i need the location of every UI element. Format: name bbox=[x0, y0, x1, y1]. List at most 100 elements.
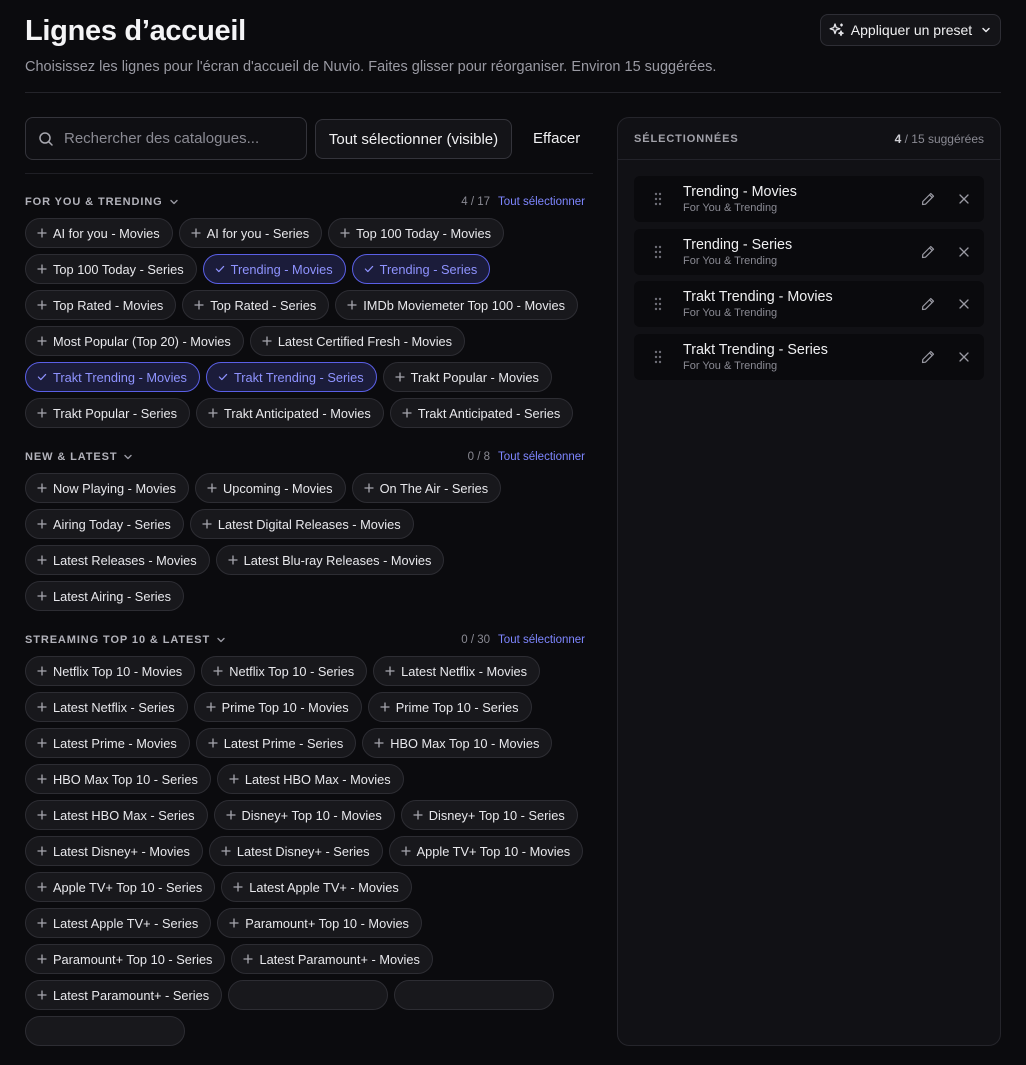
catalog-chip[interactable]: Paramount+ Top 10 - Series bbox=[25, 944, 226, 974]
catalog-chip[interactable]: Prime Top 10 - Movies bbox=[193, 692, 362, 722]
catalog-chip[interactable]: AI for you - Movies bbox=[25, 218, 173, 248]
catalog-chip-selected[interactable]: Trakt Trending - Movies bbox=[25, 362, 200, 392]
catalog-chip[interactable]: Top Rated - Series bbox=[182, 290, 330, 320]
drag-handle-icon[interactable] bbox=[654, 297, 664, 311]
clear-button[interactable]: Effacer bbox=[533, 130, 580, 147]
catalog-chip[interactable]: Latest Apple TV+ - Series bbox=[25, 908, 212, 938]
chip-label: Latest Paramount+ - Series bbox=[53, 987, 210, 1003]
catalog-search[interactable] bbox=[25, 117, 307, 160]
chip-label: Upcoming - Movies bbox=[223, 480, 333, 496]
catalog-chip[interactable]: Airing Today - Series bbox=[25, 509, 184, 539]
chip-label: Latest Netflix - Movies bbox=[401, 663, 528, 679]
chip-label: Apple TV+ Top 10 - Movies bbox=[416, 843, 571, 859]
catalog-chip[interactable]: Top Rated - Movies bbox=[25, 290, 177, 320]
catalog-chip[interactable]: On The Air - Series bbox=[351, 473, 502, 503]
catalog-chip[interactable]: HBO Max Top 10 - Movies bbox=[362, 728, 553, 758]
catalog-chip[interactable]: Disney+ Top 10 - Series bbox=[400, 800, 578, 830]
plus-icon bbox=[194, 300, 204, 310]
catalog-chip[interactable]: Latest Prime - Movies bbox=[25, 728, 190, 758]
catalog-chip[interactable]: HBO Max Top 10 - Series bbox=[25, 764, 211, 794]
pencil-icon[interactable] bbox=[920, 296, 936, 312]
chip-label: Paramount+ Top 10 - Movies bbox=[245, 915, 409, 931]
plus-icon bbox=[37, 846, 47, 856]
catalog-search-input[interactable] bbox=[64, 130, 284, 147]
catalog-chip[interactable]: Latest Releases - Movies bbox=[25, 545, 210, 575]
chip-label: Top Rated - Movies bbox=[53, 297, 164, 313]
selected-panel-title: SÉLECTIONNÉES bbox=[634, 132, 739, 145]
pencil-icon[interactable] bbox=[920, 244, 936, 260]
catalog-chip-selected[interactable]: Trakt Trending - Series bbox=[205, 362, 377, 392]
section-toggle[interactable]: New & Latest bbox=[25, 451, 133, 463]
catalog-chip[interactable]: Latest HBO Max - Series bbox=[25, 800, 208, 830]
drag-handle-icon[interactable] bbox=[654, 192, 664, 206]
plus-icon bbox=[228, 555, 238, 565]
plus-icon bbox=[208, 408, 218, 418]
catalog-chip[interactable]: Latest HBO Max - Movies bbox=[216, 764, 404, 794]
chip-label: Most Popular (Top 20) - Movies bbox=[53, 333, 231, 349]
catalog-chip[interactable]: Trakt Popular - Series bbox=[25, 398, 190, 428]
section-select-all-link[interactable]: Tout sélectionner bbox=[498, 451, 585, 463]
catalog-chip[interactable]: Netflix Top 10 - Series bbox=[201, 656, 368, 686]
catalog-chip[interactable]: Now Playing - Movies bbox=[25, 473, 190, 503]
catalog-chip-selected[interactable]: Trending - Movies bbox=[202, 254, 346, 284]
catalog-chip-selected[interactable]: Trending - Series bbox=[351, 254, 491, 284]
apply-preset-button[interactable]: Appliquer un preset bbox=[820, 14, 1001, 46]
catalog-chip[interactable]: Latest Apple TV+ - Movies bbox=[221, 872, 412, 902]
catalog-chip[interactable]: Latest Prime - Series bbox=[195, 728, 357, 758]
drag-handle-icon[interactable] bbox=[654, 350, 664, 364]
section-select-all-link[interactable]: Tout sélectionner bbox=[498, 196, 585, 208]
catalog-chip[interactable]: Upcoming - Movies bbox=[195, 473, 346, 503]
chip-label: Latest Apple TV+ - Movies bbox=[249, 879, 399, 895]
catalog-chip[interactable]: Latest Paramount+ - Series bbox=[25, 980, 223, 1010]
catalog-chip[interactable] bbox=[228, 980, 389, 1010]
selected-row-name: Trakt Trending - Series bbox=[683, 341, 828, 358]
catalog-chip[interactable]: Netflix Top 10 - Movies bbox=[25, 656, 196, 686]
selected-row-item[interactable]: Trakt Trending - Series For You & Trendin… bbox=[634, 333, 984, 380]
catalog-chip[interactable]: Top 100 Today - Movies bbox=[328, 218, 505, 248]
selected-row-category: For You & Trending bbox=[683, 307, 778, 319]
close-icon[interactable] bbox=[958, 246, 970, 258]
catalog-chip[interactable]: Trakt Anticipated - Movies bbox=[195, 398, 384, 428]
catalog-chip[interactable]: Top 100 Today - Series bbox=[25, 254, 197, 284]
catalog-chip[interactable]: Latest Netflix - Movies bbox=[373, 656, 541, 686]
catalog-chip[interactable]: Latest Netflix - Series bbox=[25, 692, 188, 722]
chip-label: Disney+ Top 10 - Series bbox=[428, 807, 565, 823]
chip-label: Latest Apple TV+ - Series bbox=[53, 915, 199, 931]
catalog-chip[interactable]: Apple TV+ Top 10 - Series bbox=[25, 872, 216, 902]
catalog-chip[interactable]: Latest Blu-ray Releases - Movies bbox=[215, 545, 445, 575]
catalog-chip[interactable]: Latest Disney+ - Series bbox=[208, 836, 383, 866]
catalog-chip[interactable]: Latest Airing - Series bbox=[25, 581, 185, 611]
catalog-chip[interactable]: Disney+ Top 10 - Movies bbox=[213, 800, 395, 830]
catalog-chip[interactable]: Prime Top 10 - Series bbox=[367, 692, 532, 722]
catalog-chip[interactable]: Paramount+ Top 10 - Movies bbox=[217, 908, 422, 938]
catalog-chip[interactable]: AI for you - Series bbox=[178, 218, 323, 248]
plus-icon bbox=[37, 990, 47, 1000]
section-select-all-link[interactable]: Tout sélectionner bbox=[498, 634, 585, 646]
catalog-chip[interactable]: IMDb Moviemeter Top 100 - Movies bbox=[335, 290, 578, 320]
plus-icon bbox=[37, 810, 47, 820]
selected-row-item[interactable]: Trakt Trending - Movies For You & Trendin… bbox=[634, 281, 984, 327]
selected-row-item[interactable]: Trending - Series For You & Trending bbox=[634, 228, 984, 275]
select-all-visible-button[interactable]: Tout sélectionner (visible) bbox=[315, 119, 512, 159]
catalog-chip[interactable] bbox=[25, 1016, 185, 1046]
close-icon[interactable] bbox=[958, 298, 970, 310]
catalog-chip[interactable]: Apple TV+ Top 10 - Movies bbox=[388, 836, 584, 866]
pencil-icon[interactable] bbox=[920, 191, 936, 207]
catalog-chip[interactable]: Most Popular (Top 20) - Movies bbox=[25, 326, 244, 356]
section-count: 4 / 17 bbox=[461, 196, 491, 208]
catalog-chip[interactable]: Latest Digital Releases - Movies bbox=[189, 509, 414, 539]
section-toggle[interactable]: For You & Trending bbox=[25, 196, 179, 208]
close-icon[interactable] bbox=[958, 351, 970, 363]
selected-row-item[interactable]: Trending - Movies For You & Trending bbox=[634, 176, 984, 222]
section-toggle[interactable]: Streaming Top 10 & Latest bbox=[25, 634, 226, 646]
catalog-chip[interactable]: Trakt Anticipated - Series bbox=[389, 398, 574, 428]
drag-handle-icon[interactable] bbox=[654, 245, 664, 259]
catalog-chip[interactable]: Latest Certified Fresh - Movies bbox=[249, 326, 466, 356]
catalog-chip[interactable] bbox=[394, 980, 555, 1010]
catalog-chip[interactable]: Trakt Popular - Movies bbox=[382, 362, 552, 392]
catalog-chip[interactable]: Latest Disney+ - Movies bbox=[25, 836, 203, 866]
close-icon[interactable] bbox=[958, 193, 970, 205]
catalog-chip[interactable]: Latest Paramount+ - Movies bbox=[231, 944, 433, 974]
selected-panel-header: SÉLECTIONNÉES 4 / 15 suggérées bbox=[618, 118, 1000, 160]
pencil-icon[interactable] bbox=[920, 349, 936, 365]
